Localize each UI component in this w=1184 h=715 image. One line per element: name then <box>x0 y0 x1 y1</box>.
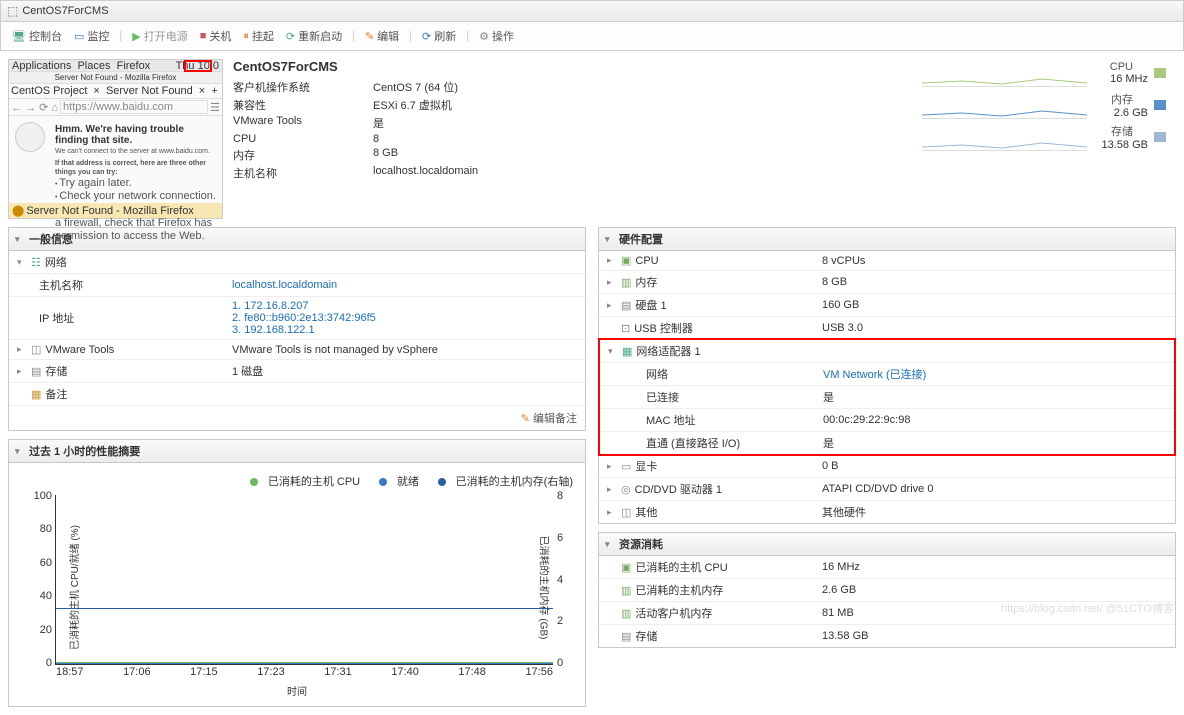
ip-link[interactable]: 1. 172.16.8.207 <box>232 300 577 312</box>
network-icon: ☷ <box>31 256 41 269</box>
bar-icon <box>1154 132 1166 142</box>
highlight-box <box>184 60 212 72</box>
cd-icon: ◎ <box>621 483 631 496</box>
title: CentOS7ForCMS <box>22 5 108 17</box>
ip-link[interactable]: 2. fe80::b960:2e13:3742:96f5 <box>232 312 577 324</box>
mini-存储: 存储13.58 GB <box>922 123 1166 151</box>
performance-panel: ▾过去 1 小时的性能摘要 已消耗的主机 CPU 就绪 已消耗的主机内存(右轴)… <box>8 439 586 707</box>
ghost-icon <box>15 122 45 152</box>
nic-icon: ▦ <box>622 345 632 358</box>
bar-icon <box>1154 100 1166 110</box>
notes-row: ▦备注 <box>9 383 585 406</box>
power-on-button[interactable]: ▶打开电源 <box>127 26 192 46</box>
console-button[interactable]: 🖥控制台 <box>7 26 67 46</box>
hardware-panel: ▾硬件配置 ▸▣CPU8 vCPUs▸▥内存8 GB▸▤硬盘 1160 GB⊡U… <box>598 227 1176 524</box>
res-row: ▥已消耗的主机内存2.6 GB <box>599 579 1175 602</box>
vid-icon: ▭ <box>621 460 631 473</box>
note-icon: ▦ <box>31 388 41 401</box>
nic-prop-row: MAC 地址00:0c:29:22:9c:98 <box>600 409 1174 432</box>
mem-icon: ▥ <box>621 276 631 289</box>
hw-row[interactable]: ⊡USB 控制器USB 3.0 <box>599 317 1175 339</box>
summary-area: Applications Places FirefoxThu 10:0 Serv… <box>0 51 1184 227</box>
nic-prop-row: 直通 (直接路径 I/O)是 <box>600 432 1174 454</box>
storage-row[interactable]: ▸▤存储1 磁盘 <box>9 360 585 383</box>
mini-内存: 内存2.6 GB <box>922 91 1166 119</box>
restart-icon: ⟳ <box>286 30 295 43</box>
toolbar: 🖥控制台 ▭监控 | ▶打开电源 ■关机 ⏸挂起 ⟳重新启动 | ✎编辑 | ⟳… <box>0 22 1184 51</box>
cpu-icon: ▣ <box>621 561 631 574</box>
shutdown-button[interactable]: ■关机 <box>195 26 237 46</box>
console-icon: 🖥 <box>12 30 26 43</box>
usb-icon: ⊡ <box>621 322 630 335</box>
pencil-icon: ✎ <box>365 30 374 43</box>
refresh-icon: ⟳ <box>422 30 431 43</box>
stop-icon: ■ <box>200 30 207 42</box>
hw-row[interactable]: ▸▤硬盘 1160 GB <box>599 294 1175 317</box>
collapse-icon[interactable]: ▾ <box>605 234 615 245</box>
hw-row[interactable]: ▸▭显卡0 B <box>599 455 1175 478</box>
hw-row[interactable]: ▸▣CPU8 vCPUs <box>599 251 1175 271</box>
gear-icon: ⚙ <box>479 30 489 43</box>
pencil-icon: ✎ <box>521 413 530 425</box>
mem-icon: ▥ <box>621 584 631 597</box>
bar-icon <box>1154 68 1166 78</box>
res-row: ▤存储13.58 GB <box>599 625 1175 647</box>
general-panel: ▾一般信息 ▾☷网络 主机名称localhost.localdomain IP … <box>8 227 586 431</box>
console-thumbnail[interactable]: Applications Places FirefoxThu 10:0 Serv… <box>8 59 223 219</box>
collapse-icon[interactable]: ▾ <box>15 446 25 457</box>
restart-button[interactable]: ⟳重新启动 <box>281 26 347 46</box>
mini-CPU: CPU16 MHz <box>922 59 1166 87</box>
vmtools-row[interactable]: ▸◫VMware ToolsVMware Tools is not manage… <box>9 340 585 360</box>
vm-name: CentOS7ForCMS <box>233 59 753 74</box>
disk-icon: ▤ <box>31 365 41 378</box>
refresh-button[interactable]: ⟳刷新 <box>417 26 461 46</box>
network-row[interactable]: ▾☷网络 <box>9 251 585 274</box>
nic-row[interactable]: ▾▦网络适配器 1 <box>600 340 1174 363</box>
actions-button[interactable]: ⚙操作 <box>474 26 519 46</box>
watermark: https://blog.csdn.net/ @51CTO博客 <box>1001 600 1174 616</box>
play-icon: ▶ <box>132 30 140 43</box>
perf-chart: 已消耗的主机 CPU/就绪 (%) 已消耗的主机内存 (GB) 10080604… <box>55 495 553 665</box>
monitor-icon: ▭ <box>74 30 84 43</box>
mem-icon: ▥ <box>621 607 631 620</box>
vm-summary: CentOS7ForCMS 客户机操作系统CentOS 7 (64 位)兼容性E… <box>233 59 753 219</box>
vm-icon: ⬚ <box>7 4 18 18</box>
edit-button[interactable]: ✎编辑 <box>360 26 404 46</box>
resource-panel: ▾资源消耗 ▣已消耗的主机 CPU16 MHz▥已消耗的主机内存2.6 GB▥活… <box>598 532 1176 648</box>
monitor-button[interactable]: ▭监控 <box>69 26 114 46</box>
nic-prop-row: 网络VM Network (已连接) <box>600 363 1174 386</box>
collapse-icon[interactable]: ▾ <box>605 539 615 550</box>
hw-row[interactable]: ▸◫其他其他硬件 <box>599 501 1175 523</box>
titlebar: ⬚ CentOS7ForCMS <box>0 0 1184 22</box>
tools-icon: ◫ <box>31 343 41 356</box>
suspend-button[interactable]: ⏸挂起 <box>238 26 279 46</box>
nic-prop-row: 已连接是 <box>600 386 1174 409</box>
chart-legend: 已消耗的主机 CPU 就绪 已消耗的主机内存(右轴) <box>21 471 573 491</box>
highlight-network-adapter: ▾▦网络适配器 1 网络VM Network (已连接)已连接是MAC 地址00… <box>598 338 1176 456</box>
res-row: ▣已消耗的主机 CPU16 MHz <box>599 556 1175 579</box>
disk-icon: ▤ <box>621 299 631 312</box>
ip-link[interactable]: 3. 192.168.122.1 <box>232 324 577 336</box>
hw-row[interactable]: ▸▥内存8 GB <box>599 271 1175 294</box>
pause-icon: ⏸ <box>243 30 249 43</box>
hw-row[interactable]: ▸◎CD/DVD 驱动器 1ATAPI CD/DVD drive 0 <box>599 478 1175 501</box>
mini-charts: CPU16 MHz 内存2.6 GB 存储13.58 GB <box>922 59 1176 219</box>
disk-icon: ▤ <box>621 630 631 643</box>
edit-notes-link[interactable]: 编辑备注 <box>533 413 577 425</box>
hostname-link[interactable]: localhost.localdomain <box>232 279 577 291</box>
cpu-icon: ▣ <box>621 254 631 267</box>
oth-icon: ◫ <box>621 506 631 519</box>
